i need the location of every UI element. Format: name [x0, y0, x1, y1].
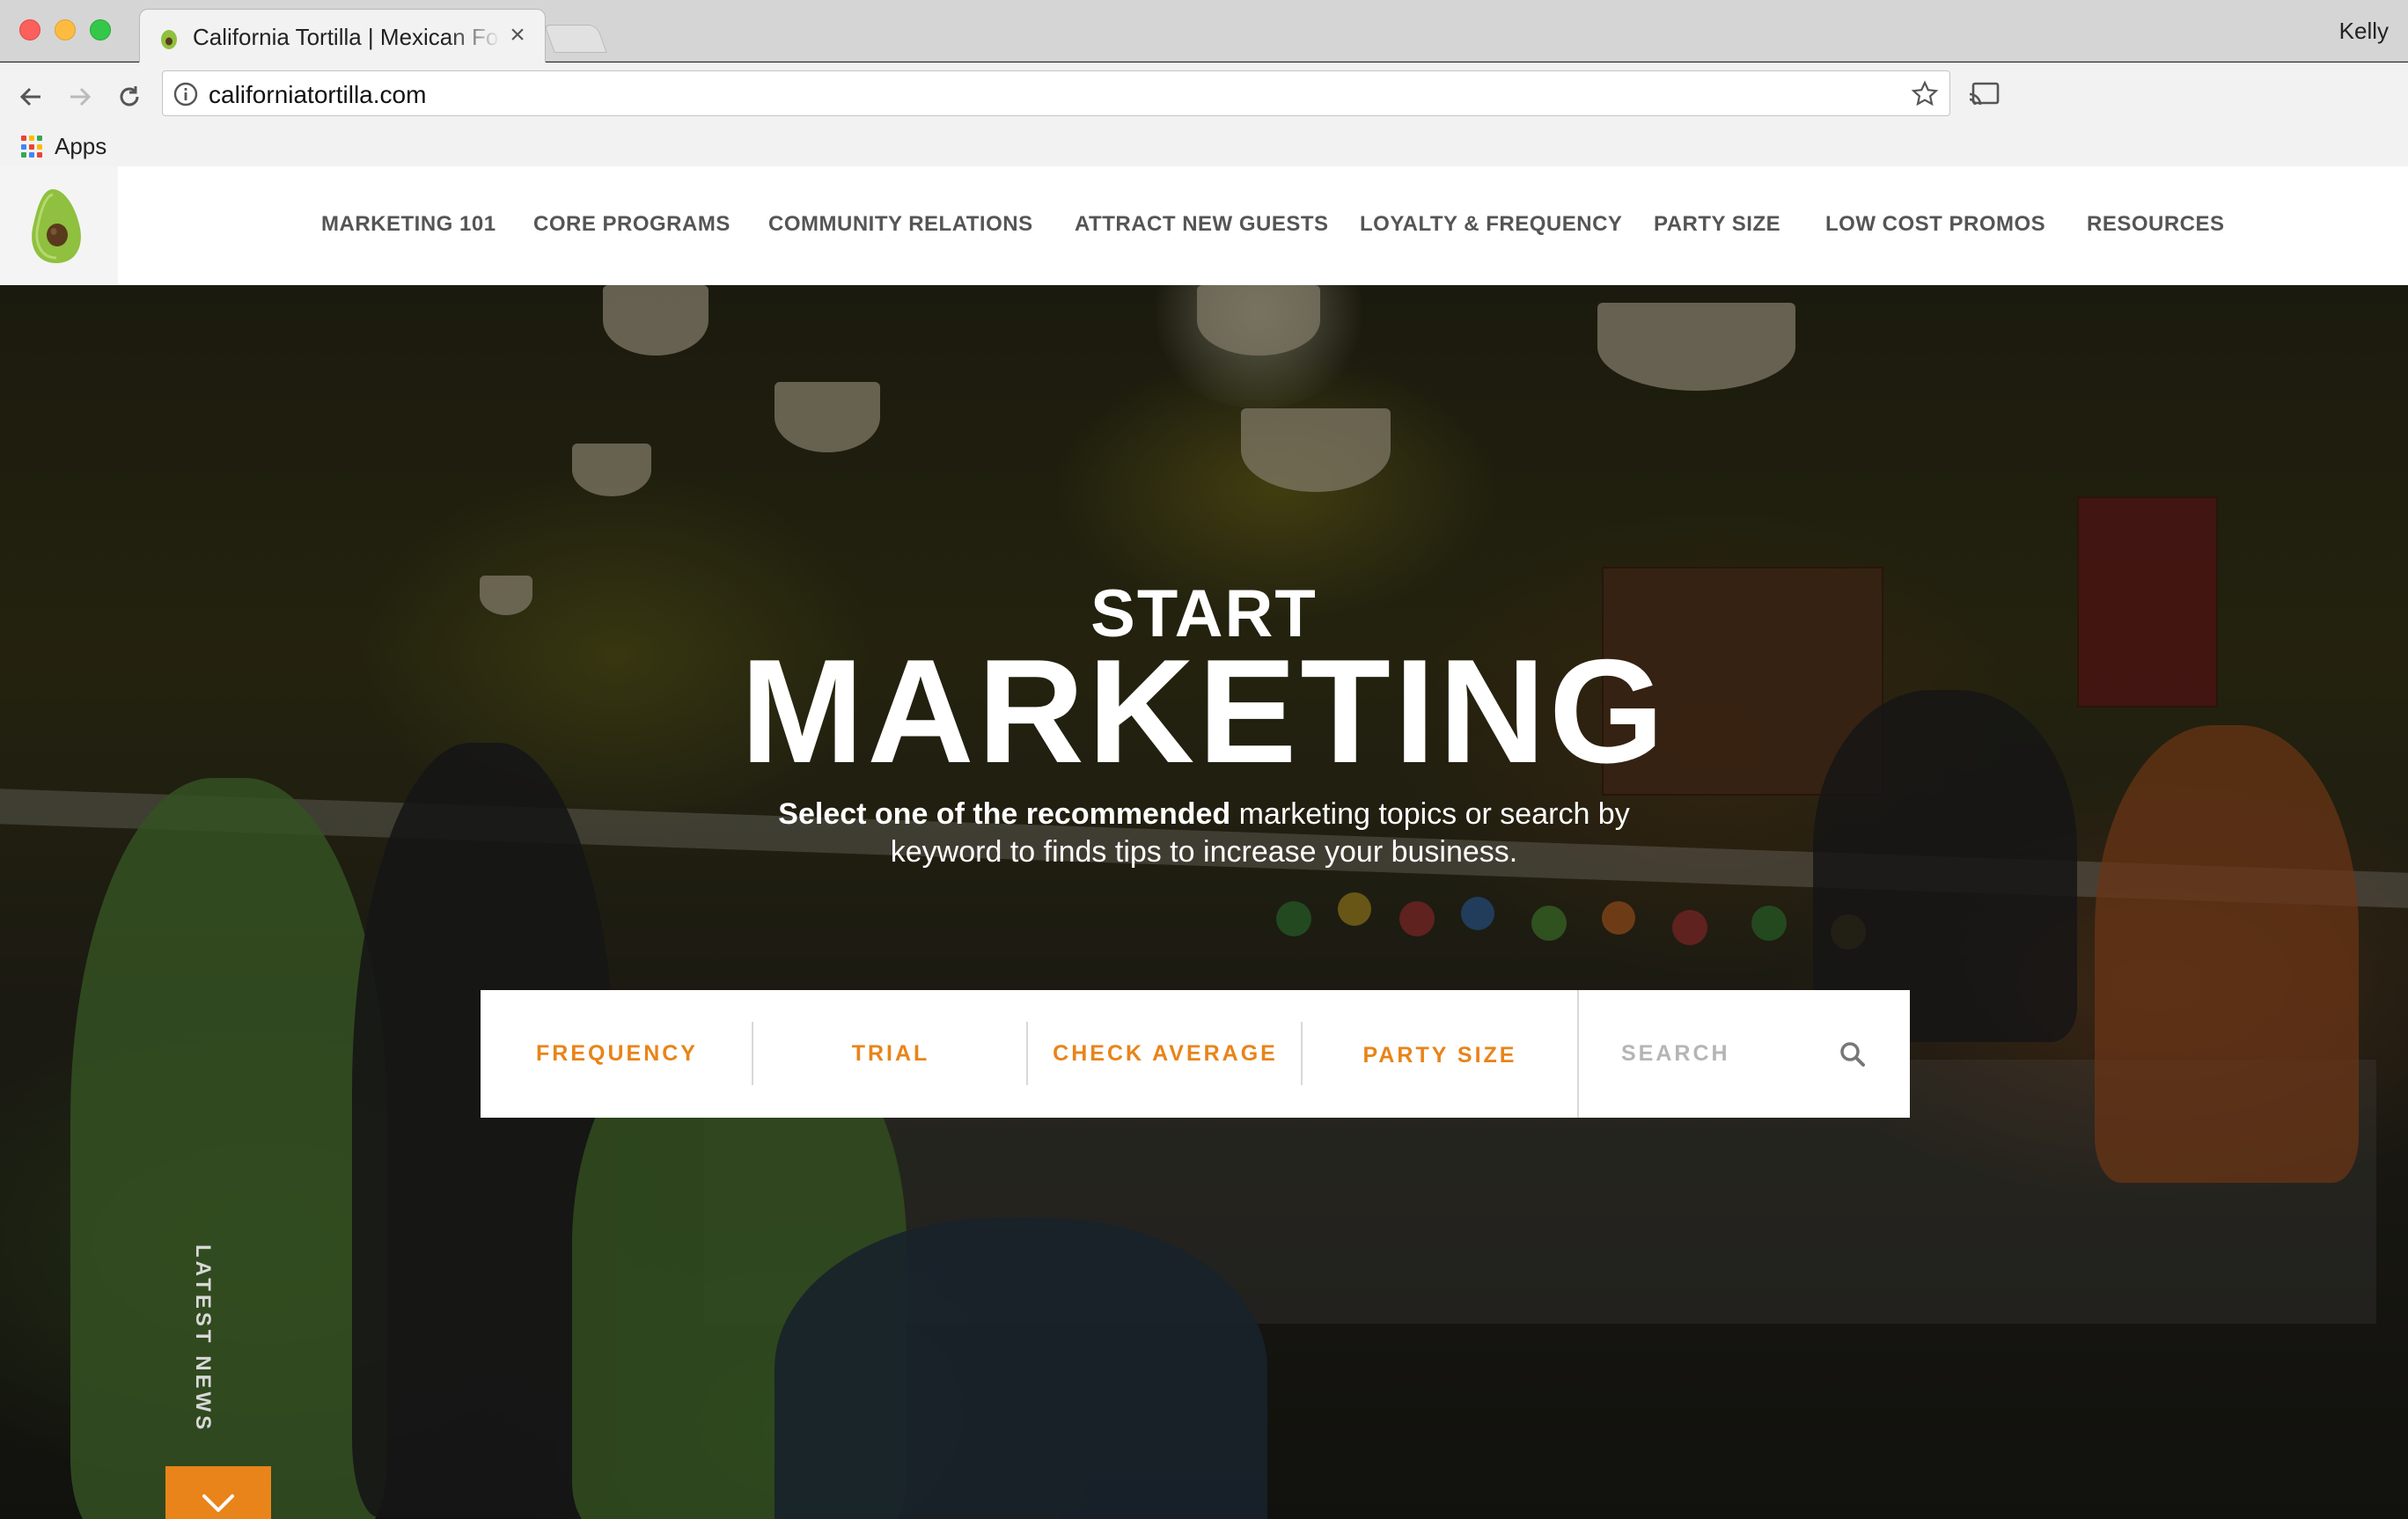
close-window-button[interactable]	[19, 19, 40, 40]
forward-button[interactable]	[60, 77, 100, 117]
back-button[interactable]	[11, 77, 51, 117]
info-icon[interactable]	[173, 82, 198, 106]
nav-community-relations[interactable]: COMMUNITY RELATIONS	[768, 212, 1033, 237]
apps-bookmark[interactable]: Apps	[55, 133, 106, 160]
reload-button[interactable]	[109, 77, 150, 117]
main-nav: MARKETING 101 CORE PROGRAMS COMMUNITY RE…	[0, 166, 2408, 285]
avocado-favicon-icon	[161, 30, 177, 49]
bookmark-star-icon[interactable]	[1911, 80, 1939, 108]
topic-trial[interactable]: TRIAL	[753, 990, 1028, 1118]
site-header: MARKETING 101 CORE PROGRAMS COMMUNITY RE…	[0, 166, 2408, 285]
new-tab-button[interactable]	[544, 25, 607, 53]
cast-icon[interactable]	[1968, 78, 2003, 110]
arrow-right-icon	[70, 87, 92, 106]
topic-search-panel: FREQUENCY TRIAL CHECK AVERAGE PARTY SIZE	[481, 990, 1910, 1118]
profile-name[interactable]: Kelly	[2339, 18, 2389, 45]
minimize-window-button[interactable]	[55, 19, 76, 40]
nav-marketing-101[interactable]: MARKETING 101	[321, 212, 496, 237]
hero-title: MARKETING	[740, 628, 1668, 794]
hero-subtitle: Select one of the recommended marketing …	[764, 796, 1644, 871]
url-text[interactable]: californiatortilla.com	[209, 81, 426, 109]
arrow-left-icon	[19, 87, 40, 106]
nav-resources[interactable]: RESOURCES	[2087, 212, 2225, 237]
nav-attract-new-guests[interactable]: ATTRACT NEW GUESTS	[1075, 212, 1329, 237]
nav-loyalty-frequency[interactable]: LOYALTY & FREQUENCY	[1360, 212, 1622, 237]
search-icon[interactable]	[1838, 1039, 1868, 1069]
nav-party-size[interactable]: PARTY SIZE	[1654, 212, 1780, 237]
tab-title: California Tortilla | Mexican Fo	[193, 24, 501, 51]
hero-subtitle-bold: Select one of the recommended	[778, 797, 1231, 831]
tab-close-icon[interactable]: ×	[504, 20, 531, 50]
topic-party-size[interactable]: PARTY SIZE	[1303, 990, 1577, 1118]
zoom-window-button[interactable]	[90, 19, 111, 40]
reload-icon	[120, 86, 139, 106]
search-input[interactable]	[1621, 1038, 1824, 1069]
topic-frequency[interactable]: FREQUENCY	[481, 990, 753, 1118]
hero-section: START MARKETING Select one of the recomm…	[0, 285, 2408, 1519]
nav-low-cost-promos[interactable]: LOW COST PROMOS	[1825, 212, 2045, 237]
bookmarks-bar: Apps	[0, 124, 2408, 166]
apps-grid-icon[interactable]	[21, 136, 44, 158]
browser-tab-bar: California Tortilla | Mexican Fo × Kelly	[0, 0, 2408, 62]
nav-core-programs[interactable]: CORE PROGRAMS	[533, 212, 730, 237]
close-icon	[202, 1494, 234, 1512]
browser-tab[interactable]: California Tortilla | Mexican Fo ×	[139, 9, 546, 62]
topic-check-average[interactable]: CHECK AVERAGE	[1028, 990, 1303, 1118]
latest-news-label[interactable]: LATEST NEWS	[190, 1244, 215, 1433]
latest-news-toggle-button[interactable]	[165, 1466, 271, 1519]
address-bar[interactable]: californiatortilla.com	[162, 70, 1950, 116]
browser-toolbar: californiatortilla.com Apps	[0, 62, 2408, 166]
keyword-search	[1577, 990, 1910, 1118]
